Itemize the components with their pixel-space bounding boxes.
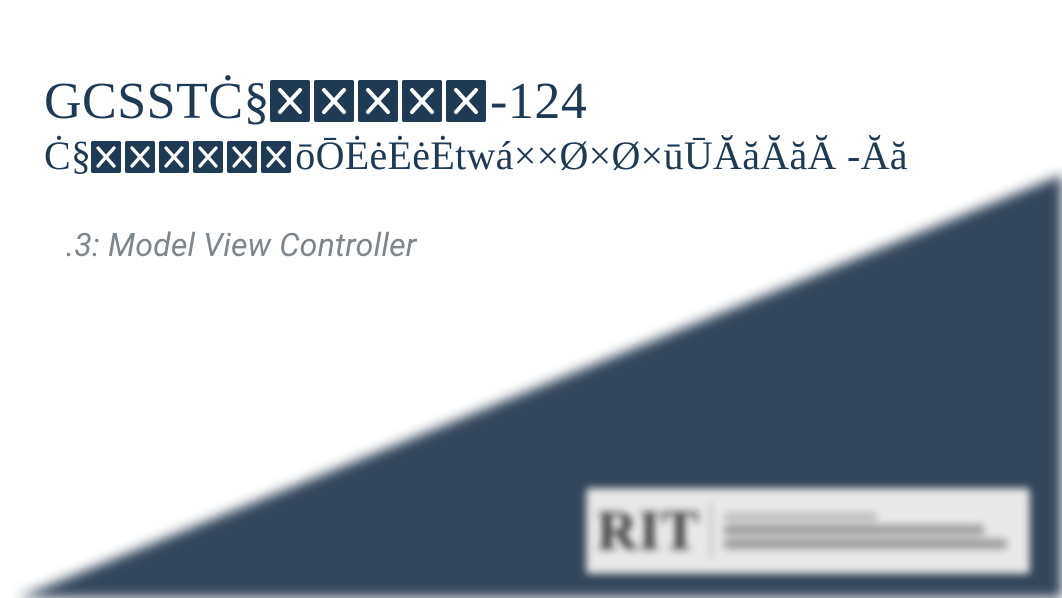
institution-logo-box: RIT (586, 488, 1030, 574)
missing-glyph-run-subtitle (91, 141, 295, 173)
subtitle-prefix: Ċ§ (44, 133, 91, 178)
institution-logo-text: RIT (597, 503, 712, 559)
logo-subtext-line (724, 513, 878, 521)
logo-subtext-line (724, 539, 1008, 549)
course-code-suffix: -124 (490, 73, 587, 130)
lecture-topic: .3: Model View Controller (66, 226, 416, 264)
course-subtitle: Ċ§ ōŌĖėĖėĖtwá××Ø×Ø×ūŪĂăĂăĂ -Ăă (44, 132, 908, 179)
missing-glyph-run-title (270, 80, 490, 122)
course-code-prefix: GCSSTĊ§ (44, 73, 270, 130)
subtitle-mid: ōŌĖėĖėĖtwá××Ø×Ø×ūŪĂăĂăĂ -Ăă (295, 133, 908, 178)
logo-subtext-line (724, 525, 984, 535)
course-code-title: GCSSTĊ§ -124 (44, 72, 587, 131)
institution-logo-subtext (712, 513, 1019, 549)
presentation-slide: GCSSTĊ§ -124 Ċ§ ōŌĖėĖėĖtwá××Ø×Ø×ūŪĂăĂăĂ -Ă… (0, 0, 1062, 598)
